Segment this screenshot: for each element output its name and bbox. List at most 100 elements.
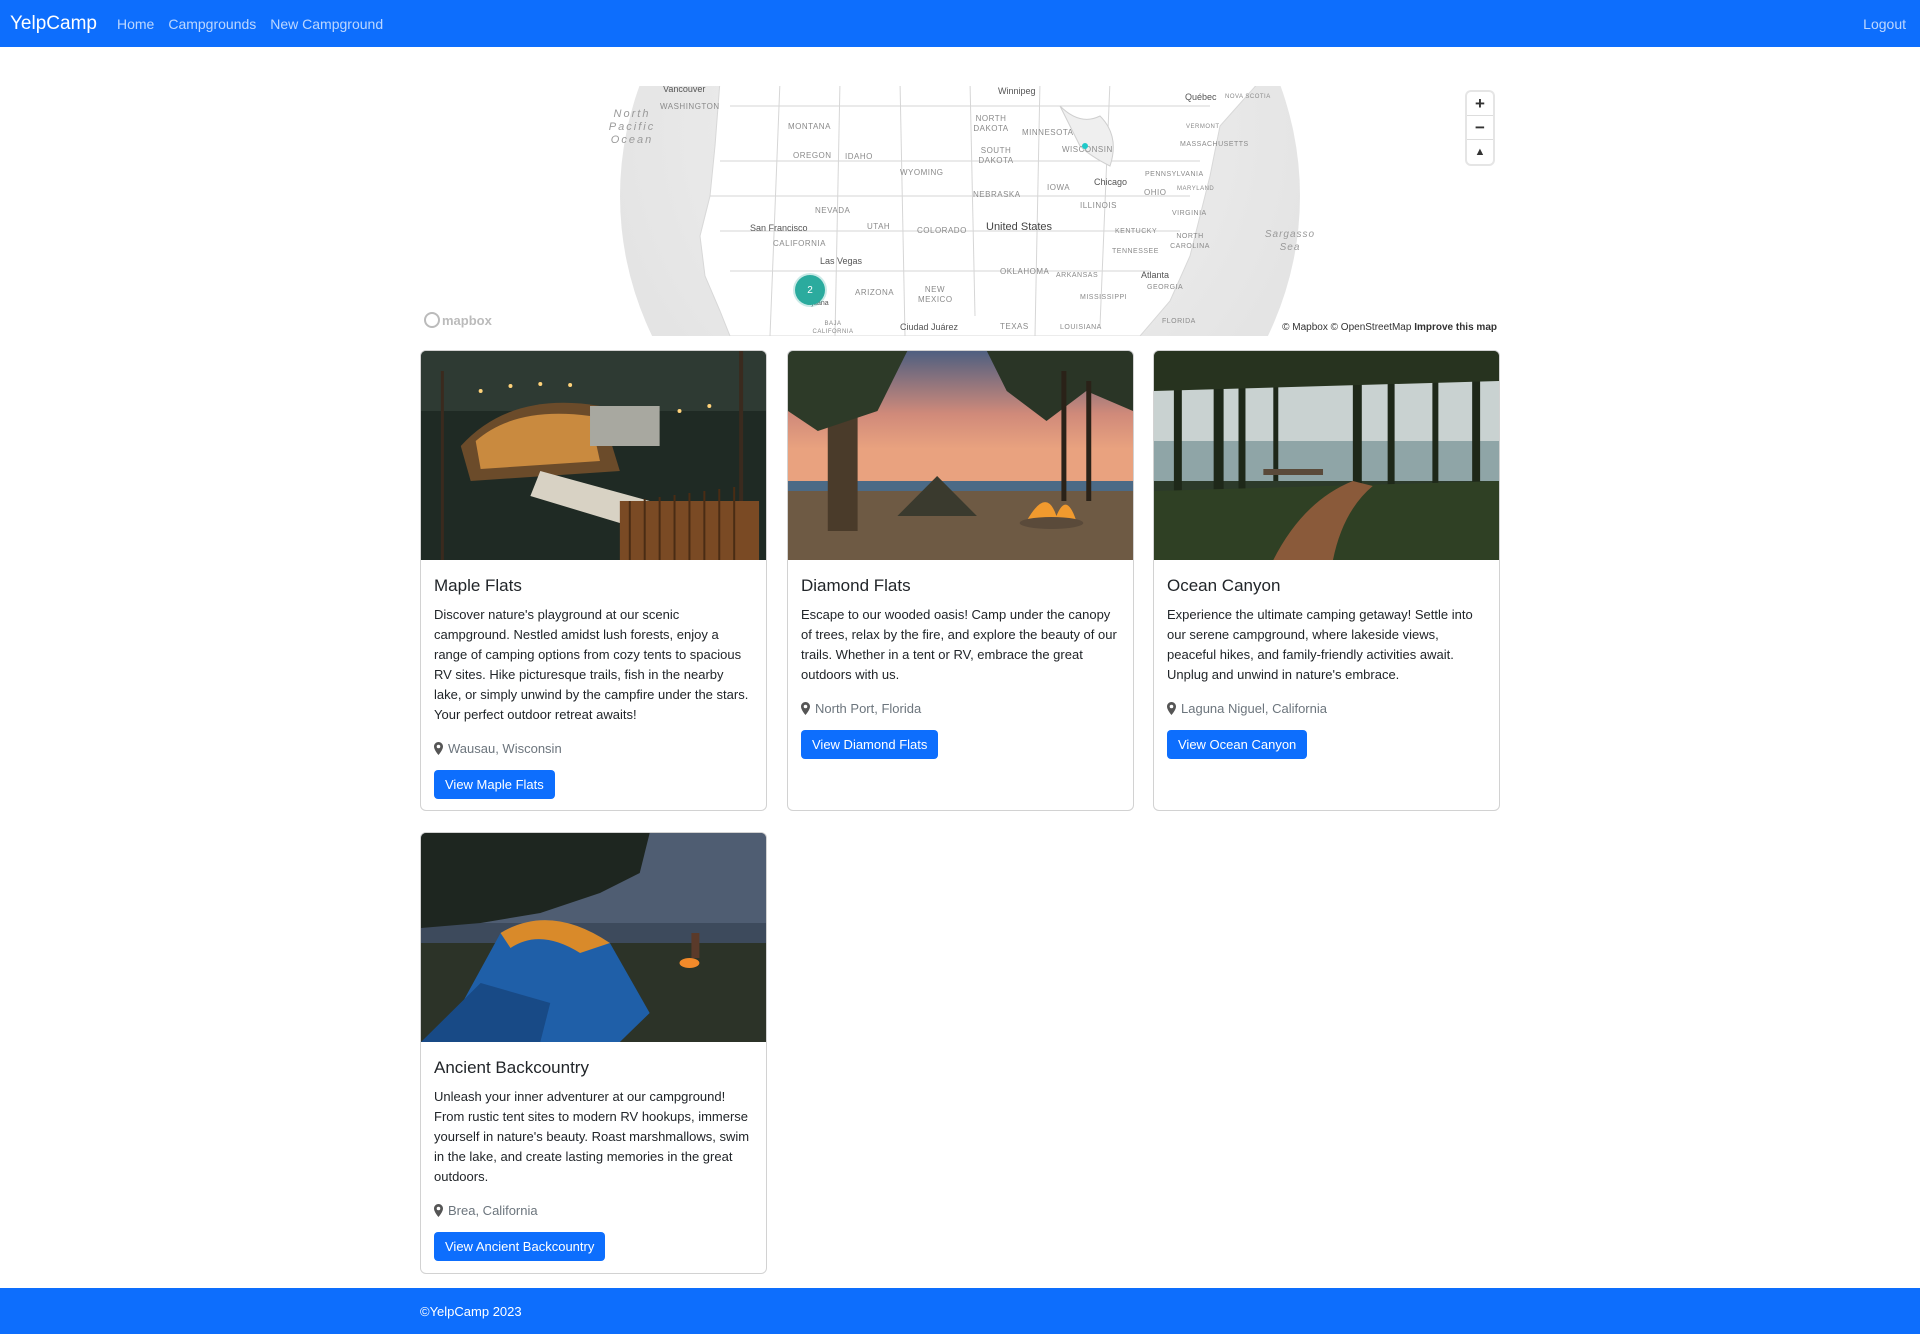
campground-image bbox=[421, 351, 766, 560]
map-label-quebec: Québec bbox=[1185, 92, 1217, 102]
logout-link[interactable]: Logout bbox=[1863, 16, 1906, 32]
view-campground-button[interactable]: View Maple Flats bbox=[434, 770, 555, 799]
map-label-ohio: OHIO bbox=[1144, 188, 1167, 197]
campground-card: Ocean Canyon Experience the ultimate cam… bbox=[1153, 350, 1500, 811]
campground-description: Experience the ultimate camping getaway!… bbox=[1167, 607, 1473, 682]
campground-location: Laguna Niguel, California bbox=[1167, 701, 1486, 716]
location-pin-icon bbox=[1167, 702, 1176, 715]
campground-card: Ancient Backcountry Unleash your inner a… bbox=[420, 832, 767, 1274]
map-label-nova-scotia: NOVA SCOTIA bbox=[1225, 94, 1271, 100]
map-label-united-states: United States bbox=[986, 221, 1053, 233]
map-label-north-pacific-ocean: North Pacific Ocean bbox=[608, 108, 656, 146]
map-label-oklahoma: OKLAHOMA bbox=[1000, 267, 1050, 276]
map-label-maryland: MARYLAND bbox=[1177, 186, 1215, 192]
cluster-map[interactable]: Vancouver Winnipeg Québec NOVA SCOTIA WA… bbox=[420, 86, 1500, 336]
cluster-marker[interactable]: 2 bbox=[795, 275, 825, 305]
map-label-minnesota: MINNESOTA bbox=[1022, 128, 1074, 137]
map-label-san-francisco: San Francisco bbox=[750, 223, 808, 233]
map-navigation-controls: + − ▲ bbox=[1467, 92, 1493, 164]
compass-button[interactable]: ▲ bbox=[1467, 140, 1493, 164]
map-label-virginia: VIRGINIA bbox=[1172, 210, 1207, 217]
map-label-arizona: ARIZONA bbox=[855, 288, 895, 297]
map-label-iowa: IOWA bbox=[1047, 183, 1071, 192]
map-label-montana: MONTANA bbox=[788, 122, 831, 131]
map-label-mississippi: MISSISSIPPI bbox=[1080, 294, 1128, 301]
location-pin-icon bbox=[801, 702, 810, 715]
map-label-tennessee: TENNESSEE bbox=[1112, 248, 1159, 255]
nav-link-home[interactable]: Home bbox=[117, 16, 154, 32]
map-label-winnipeg: Winnipeg bbox=[998, 86, 1036, 96]
campground-location: Wausau, Wisconsin bbox=[434, 741, 753, 756]
location-text: Brea, California bbox=[448, 1203, 538, 1218]
campground-point-marker[interactable] bbox=[1082, 143, 1088, 149]
map-label-north-carolina: NORTH CAROLINA bbox=[1170, 233, 1210, 250]
map-label-illinois: ILLINOIS bbox=[1080, 201, 1117, 210]
map-label-arkansas: ARKANSAS bbox=[1056, 272, 1099, 279]
map-label-vermont: VERMONT bbox=[1186, 124, 1220, 130]
zoom-in-button[interactable]: + bbox=[1467, 92, 1493, 116]
location-text: North Port, Florida bbox=[815, 701, 922, 716]
map-label-colorado: COLORADO bbox=[917, 226, 967, 235]
campground-title: Ancient Backcountry bbox=[434, 1058, 589, 1077]
map-label-ciudad-juarez: Ciudad Juárez bbox=[900, 322, 959, 332]
map-label-vancouver: Vancouver bbox=[663, 86, 706, 94]
map-label-baja-california: BAJA CALIFORNIA bbox=[812, 321, 854, 335]
map-label-south-dakota: SOUTH DAKOTA bbox=[978, 146, 1014, 165]
mapbox-logo[interactable]: mapbox bbox=[424, 312, 492, 328]
map-label-nebraska: NEBRASKA bbox=[973, 190, 1021, 199]
map-label-las-vegas: Las Vegas bbox=[820, 256, 863, 266]
campground-location: North Port, Florida bbox=[801, 701, 1120, 716]
brand-link[interactable]: YelpCamp bbox=[10, 13, 97, 35]
map-label-idaho: IDAHO bbox=[845, 152, 873, 161]
location-text: Laguna Niguel, California bbox=[1181, 701, 1327, 716]
map-label-oregon: OREGON bbox=[793, 151, 832, 160]
campground-image bbox=[1154, 351, 1499, 560]
view-campground-button[interactable]: View Ocean Canyon bbox=[1167, 730, 1308, 759]
mapbox-logo-text: mapbox bbox=[442, 312, 492, 328]
map-globe-background bbox=[620, 86, 1300, 336]
campground-card: Maple Flats Discover nature's playground… bbox=[420, 350, 767, 811]
campground-description: Escape to our wooded oasis! Camp under t… bbox=[801, 607, 1117, 682]
map-label-washington: WASHINGTON bbox=[660, 102, 720, 111]
map-label-texas: TEXAS bbox=[1000, 322, 1029, 331]
map-label-pennsylvania: PENNSYLVANIA bbox=[1145, 171, 1204, 178]
map-label-california: CALIFORNIA bbox=[773, 239, 827, 248]
map-label-sargasso-sea: Sargasso Sea bbox=[1264, 229, 1316, 253]
location-pin-icon bbox=[434, 742, 443, 755]
footer: ©YelpCamp 2023 bbox=[0, 1288, 1920, 1334]
map-label-wyoming: WYOMING bbox=[900, 168, 944, 177]
map-label-florida: FLORIDA bbox=[1162, 318, 1196, 325]
footer-copyright: ©YelpCamp 2023 bbox=[420, 1304, 522, 1319]
view-campground-button[interactable]: View Diamond Flats bbox=[801, 730, 939, 759]
navbar: YelpCamp Home Campgrounds New Campground… bbox=[0, 0, 1920, 47]
location-pin-icon bbox=[434, 1204, 443, 1217]
campground-description: Discover nature's playground at our scen… bbox=[434, 607, 749, 722]
card-body: Maple Flats Discover nature's playground… bbox=[421, 560, 766, 810]
map-label-atlanta: Atlanta bbox=[1141, 270, 1170, 280]
map-label-chicago: Chicago bbox=[1094, 177, 1128, 187]
map-attribution: © Mapbox © OpenStreetMap Improve this ma… bbox=[1279, 322, 1500, 333]
map-label-new-mexico: NEW MEXICO bbox=[918, 285, 953, 304]
campground-image bbox=[788, 351, 1133, 560]
campground-description: Unleash your inner adventurer at our cam… bbox=[434, 1089, 750, 1184]
card-body: Ancient Backcountry Unleash your inner a… bbox=[421, 1042, 766, 1273]
campground-title: Diamond Flats bbox=[801, 576, 911, 595]
map-label-north-dakota: NORTH DAKOTA bbox=[973, 114, 1009, 133]
map-label-utah: UTAH bbox=[867, 222, 891, 231]
card-body: Ocean Canyon Experience the ultimate cam… bbox=[1154, 560, 1499, 775]
view-campground-button[interactable]: View Ancient Backcountry bbox=[434, 1232, 606, 1261]
nav-link-new-campground[interactable]: New Campground bbox=[270, 16, 383, 32]
campground-title: Maple Flats bbox=[434, 576, 522, 595]
card-body: Diamond Flats Escape to our wooded oasis… bbox=[788, 560, 1133, 775]
zoom-out-button[interactable]: − bbox=[1467, 116, 1493, 140]
map-label-kentucky: KENTUCKY bbox=[1115, 228, 1158, 235]
campground-location: Brea, California bbox=[434, 1203, 753, 1218]
nav-link-campgrounds[interactable]: Campgrounds bbox=[168, 16, 256, 32]
campground-image bbox=[421, 833, 766, 1042]
attribution-mapbox-link[interactable]: © Mapbox bbox=[1282, 322, 1328, 333]
map-label-massachusetts: MASSACHUSETTS bbox=[1180, 141, 1249, 148]
attribution-osm-link[interactable]: © OpenStreetMap bbox=[1331, 322, 1412, 333]
map-label-georgia: GEORGIA bbox=[1147, 284, 1184, 291]
attribution-improve-link[interactable]: Improve this map bbox=[1414, 322, 1497, 333]
location-text: Wausau, Wisconsin bbox=[448, 741, 562, 756]
